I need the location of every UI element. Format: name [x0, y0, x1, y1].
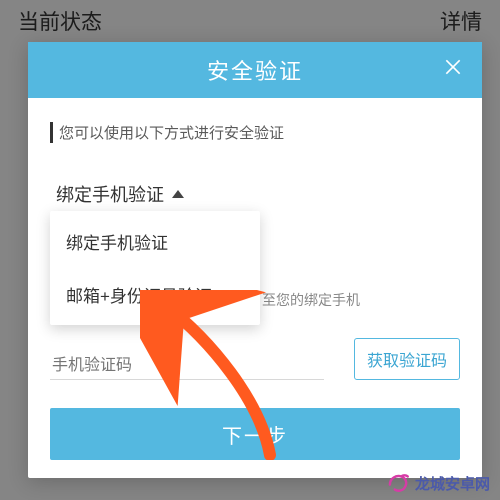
- dropdown-option-phone[interactable]: 绑定手机验证: [50, 215, 260, 268]
- dropdown-selected-label: 绑定手机验证: [56, 181, 164, 207]
- dialog-title: 安全验证: [207, 54, 303, 86]
- security-verification-dialog: 安全验证 您可以使用以下方式进行安全验证 绑定手机验证 绑定手机验证 邮箱+身份…: [28, 42, 482, 478]
- dragon-logo-icon: [385, 470, 411, 496]
- get-code-button[interactable]: 获取验证码: [354, 338, 460, 380]
- close-button[interactable]: [438, 55, 468, 85]
- dialog-header: 安全验证: [28, 42, 482, 98]
- caret-up-icon: [172, 190, 184, 198]
- dropdown-option-email-id[interactable]: 邮箱+身份证号验证: [50, 268, 260, 321]
- watermark-brand: 龙城安卓网: [415, 473, 490, 494]
- verification-code-input[interactable]: [50, 353, 324, 380]
- sent-to-phone-hint: 至您的绑定手机: [262, 290, 360, 310]
- next-step-button[interactable]: 下一步: [50, 408, 460, 460]
- dialog-body: 您可以使用以下方式进行安全验证 绑定手机验证 绑定手机验证 邮箱+身份证号验证 …: [28, 98, 482, 478]
- verification-code-row: 获取验证码: [50, 338, 460, 380]
- close-icon: [443, 56, 463, 84]
- instruction-text: 您可以使用以下方式进行安全验证: [50, 122, 460, 143]
- watermark: 龙城安卓网: [385, 470, 490, 496]
- dropdown-menu: 绑定手机验证 邮箱+身份证号验证: [50, 211, 260, 325]
- verification-method-dropdown: 绑定手机验证 绑定手机验证 邮箱+身份证号验证: [56, 181, 460, 207]
- dropdown-toggle[interactable]: 绑定手机验证: [56, 181, 460, 207]
